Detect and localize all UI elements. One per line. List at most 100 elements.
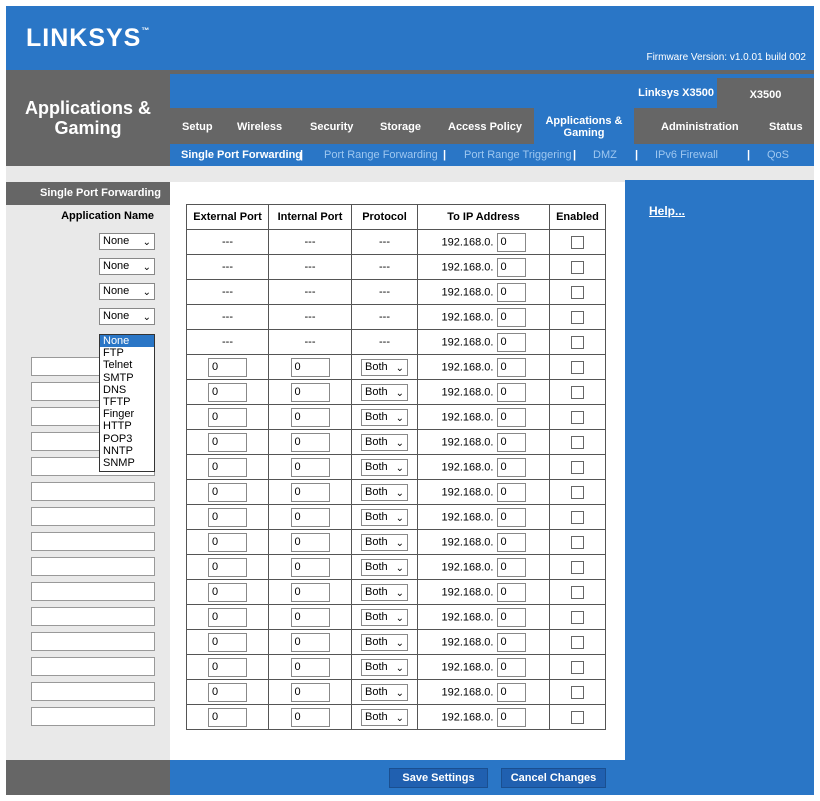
tab-setup[interactable]: Setup: [182, 121, 213, 133]
protocol-select[interactable]: Both ⌄: [361, 458, 408, 476]
application-name-input[interactable]: [31, 657, 155, 676]
protocol-select[interactable]: Both ⌄: [361, 508, 408, 526]
internal-port-input[interactable]: 0: [290, 507, 330, 527]
subnav-port-range-triggering[interactable]: Port Range Triggering: [464, 149, 572, 161]
protocol-select[interactable]: Both ⌄: [361, 633, 408, 651]
ip-last-octet-input[interactable]: 0: [496, 607, 526, 627]
ip-last-octet-input[interactable]: 0: [496, 282, 526, 302]
help-link[interactable]: Help...: [649, 204, 685, 218]
ip-last-octet-input[interactable]: 0: [496, 432, 526, 452]
application-name-input[interactable]: [31, 582, 155, 601]
external-port-input[interactable]: 0: [208, 707, 247, 727]
application-select[interactable]: None ⌄: [99, 233, 155, 250]
protocol-select[interactable]: Both ⌄: [361, 483, 408, 501]
enabled-checkbox[interactable]: [571, 635, 584, 649]
ip-last-octet-input[interactable]: 0: [496, 232, 526, 252]
protocol-select[interactable]: Both ⌄: [361, 358, 408, 376]
application-name-input[interactable]: [31, 632, 155, 651]
protocol-select[interactable]: Both ⌄: [361, 408, 408, 426]
external-port-input[interactable]: 0: [208, 607, 247, 627]
enabled-checkbox[interactable]: [571, 485, 584, 499]
ip-last-octet-input[interactable]: 0: [496, 332, 526, 352]
external-port-input[interactable]: 0: [208, 682, 247, 702]
save-settings-button[interactable]: Save Settings: [389, 768, 488, 788]
application-name-input[interactable]: [31, 707, 155, 726]
application-name-input[interactable]: [31, 507, 155, 526]
protocol-select[interactable]: Both ⌄: [361, 583, 408, 601]
tab-wireless[interactable]: Wireless: [237, 121, 282, 133]
ip-last-octet-input[interactable]: 0: [496, 532, 526, 552]
dropdown-option[interactable]: Telnet: [100, 359, 154, 371]
enabled-checkbox[interactable]: [571, 610, 584, 624]
application-name-input[interactable]: [31, 607, 155, 626]
internal-port-input[interactable]: 0: [290, 607, 330, 627]
internal-port-input[interactable]: 0: [290, 557, 330, 577]
enabled-checkbox[interactable]: [571, 310, 584, 324]
protocol-select[interactable]: Both ⌄: [361, 708, 408, 726]
external-port-input[interactable]: 0: [208, 457, 247, 477]
enabled-checkbox[interactable]: [571, 710, 584, 724]
dropdown-option[interactable]: TFTP: [100, 396, 154, 408]
tab-status[interactable]: Status: [769, 121, 803, 133]
external-port-input[interactable]: 0: [208, 657, 247, 677]
external-port-input[interactable]: 0: [208, 507, 247, 527]
application-select[interactable]: None ⌄: [99, 258, 155, 275]
internal-port-input[interactable]: 0: [290, 407, 330, 427]
external-port-input[interactable]: 0: [208, 532, 247, 552]
subnav-qos[interactable]: QoS: [767, 149, 789, 161]
protocol-select[interactable]: Both ⌄: [361, 533, 408, 551]
ip-last-octet-input[interactable]: 0: [496, 307, 526, 327]
ip-last-octet-input[interactable]: 0: [496, 632, 526, 652]
tab-administration[interactable]: Administration: [661, 121, 739, 133]
enabled-checkbox[interactable]: [571, 535, 584, 549]
enabled-checkbox[interactable]: [571, 460, 584, 474]
subnav-dmz[interactable]: DMZ: [593, 149, 617, 161]
protocol-select[interactable]: Both ⌄: [361, 608, 408, 626]
enabled-checkbox[interactable]: [571, 235, 584, 249]
application-dropdown-list[interactable]: None FTP Telnet SMTP DNS TFTP Finger HTT…: [99, 334, 155, 472]
internal-port-input[interactable]: 0: [290, 457, 330, 477]
protocol-select[interactable]: Both ⌄: [361, 658, 408, 676]
internal-port-input[interactable]: 0: [290, 482, 330, 502]
application-select[interactable]: None ⌄: [99, 308, 155, 325]
internal-port-input[interactable]: 0: [290, 532, 330, 552]
protocol-select[interactable]: Both ⌄: [361, 558, 408, 576]
ip-last-octet-input[interactable]: 0: [496, 382, 526, 402]
enabled-checkbox[interactable]: [571, 660, 584, 674]
application-name-input[interactable]: [31, 557, 155, 576]
protocol-select[interactable]: Both ⌄: [361, 383, 408, 401]
ip-last-octet-input[interactable]: 0: [496, 257, 526, 277]
internal-port-input[interactable]: 0: [290, 382, 330, 402]
enabled-checkbox[interactable]: [571, 385, 584, 399]
external-port-input[interactable]: 0: [208, 557, 247, 577]
ip-last-octet-input[interactable]: 0: [496, 457, 526, 477]
subnav-single-port-forwarding[interactable]: Single Port Forwarding: [181, 149, 302, 161]
internal-port-input[interactable]: 0: [290, 657, 330, 677]
protocol-select[interactable]: Both ⌄: [361, 433, 408, 451]
internal-port-input[interactable]: 0: [290, 632, 330, 652]
ip-last-octet-input[interactable]: 0: [496, 682, 526, 702]
external-port-input[interactable]: 0: [208, 407, 247, 427]
dropdown-option[interactable]: HTTP: [100, 420, 154, 432]
dropdown-option[interactable]: None: [100, 335, 154, 348]
ip-last-octet-input[interactable]: 0: [496, 707, 526, 727]
external-port-input[interactable]: 0: [208, 632, 247, 652]
enabled-checkbox[interactable]: [571, 560, 584, 574]
dropdown-option[interactable]: SMTP: [100, 372, 154, 384]
enabled-checkbox[interactable]: [571, 285, 584, 299]
application-name-input[interactable]: [31, 482, 155, 501]
tab-security[interactable]: Security: [310, 121, 353, 133]
enabled-checkbox[interactable]: [571, 435, 584, 449]
ip-last-octet-input[interactable]: 0: [496, 507, 526, 527]
tab-applications-gaming[interactable]: Applications & Gaming: [534, 108, 634, 144]
dropdown-option[interactable]: NNTP: [100, 445, 154, 457]
dropdown-option[interactable]: FTP: [100, 347, 154, 359]
internal-port-input[interactable]: 0: [290, 582, 330, 602]
external-port-input[interactable]: 0: [208, 382, 247, 402]
ip-last-octet-input[interactable]: 0: [496, 407, 526, 427]
internal-port-input[interactable]: 0: [290, 682, 330, 702]
ip-last-octet-input[interactable]: 0: [496, 557, 526, 577]
enabled-checkbox[interactable]: [571, 360, 584, 374]
enabled-checkbox[interactable]: [571, 685, 584, 699]
application-name-input[interactable]: [31, 682, 155, 701]
